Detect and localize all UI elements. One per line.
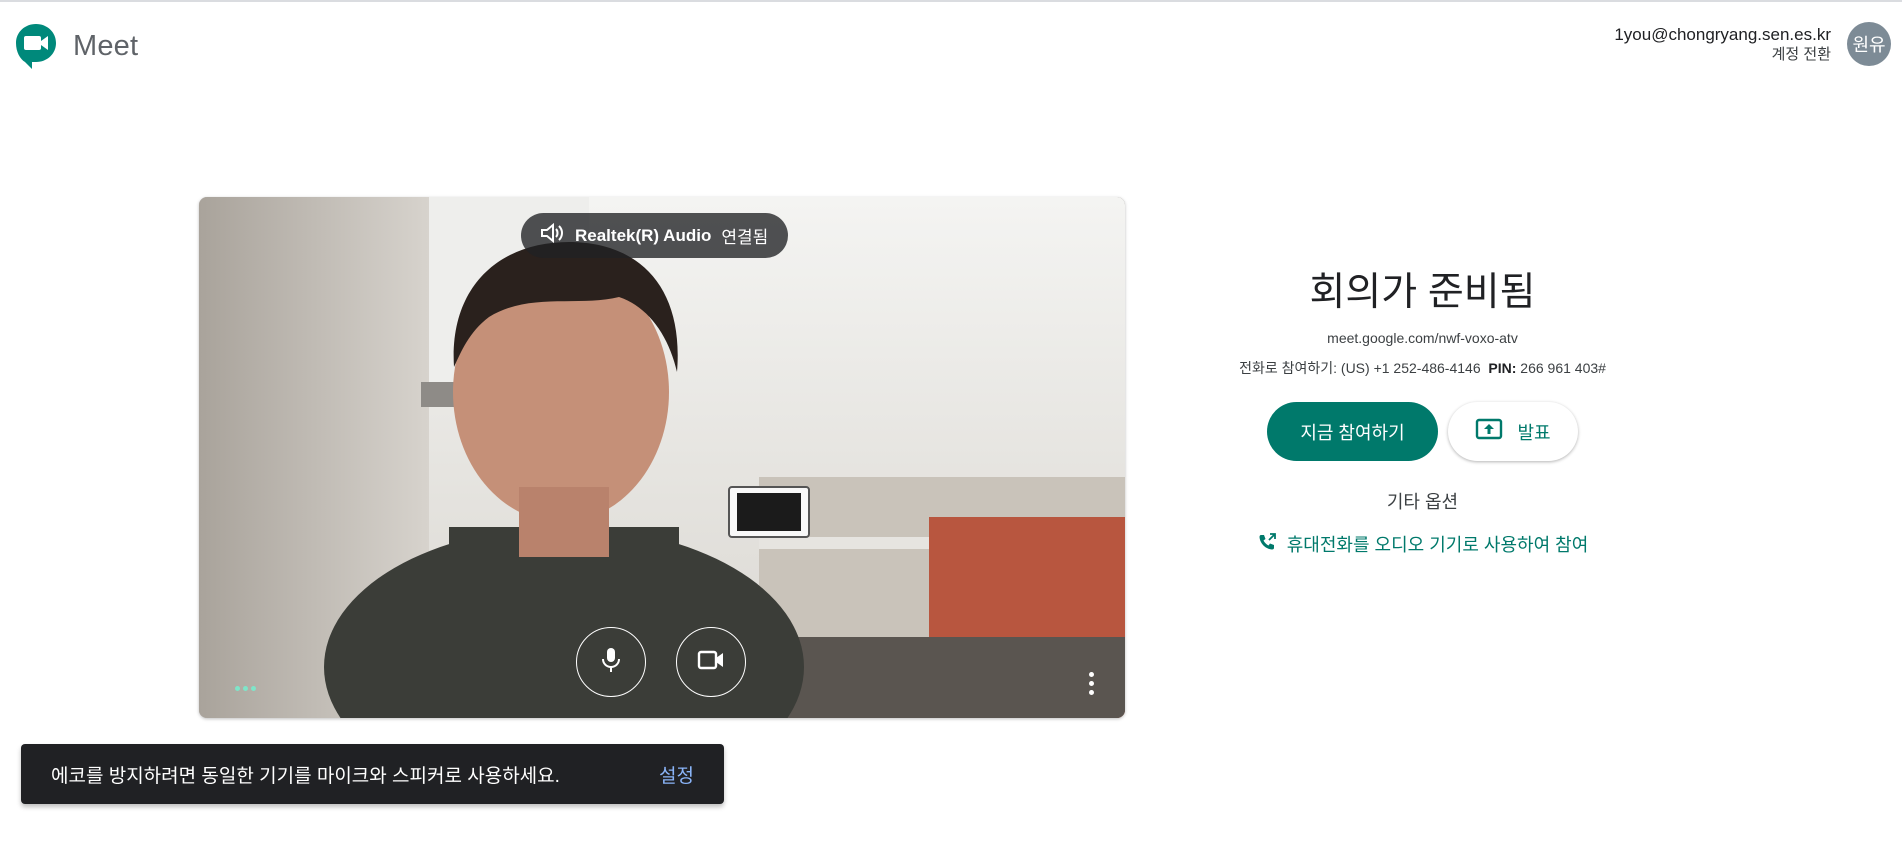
dial-in-number: (US) +1 252-486-4146: [1340, 360, 1481, 376]
echo-warning-snackbar: 에코를 방지하려면 동일한 기기를 마이크와 스피커로 사용하세요. 설정: [21, 744, 724, 804]
avatar[interactable]: 원유: [1847, 22, 1891, 66]
top-border: [0, 0, 1902, 2]
switch-account-link[interactable]: 계정 전환: [1614, 45, 1831, 65]
account-info: 1you@chongryang.sen.es.kr 계정 전환: [1614, 24, 1831, 65]
phone-audio-link[interactable]: 휴대전화를 오디오 기기로 사용하여 참여: [1180, 531, 1665, 557]
meeting-link: meet.google.com/nwf-voxo-atv: [1327, 330, 1518, 346]
audio-status: 연결됨: [721, 228, 769, 247]
audio-device-indicator[interactable]: Realtek(R) Audio 연결됨: [521, 213, 789, 258]
microphone-icon: [600, 646, 622, 679]
dial-in-label: 전화로 참여하기:: [1239, 360, 1338, 376]
present-button-label: 발표: [1517, 422, 1551, 443]
snackbar-settings-button[interactable]: 설정: [659, 761, 694, 788]
other-options-heading: 기타 옵션: [1386, 492, 1459, 512]
join-panel: 회의가 준비됨 meet.google.com/nwf-voxo-atv 전화로…: [1180, 270, 1665, 557]
app-name: Meet: [73, 29, 139, 62]
present-screen-icon: [1475, 418, 1503, 445]
meet-logo[interactable]: Meet: [14, 22, 138, 70]
speaker-icon: [539, 221, 565, 250]
camera-toggle-button[interactable]: [676, 627, 746, 697]
audio-device-name: Realtek(R) Audio: [575, 225, 712, 245]
camera-feed-image: [199, 197, 1125, 718]
dial-in-info: 전화로 참여하기: (US) +1 252-486-4146 PIN: 266 …: [1180, 358, 1665, 378]
more-vert-icon[interactable]: [1089, 672, 1094, 695]
meeting-ready-title: 회의가 준비됨: [1309, 271, 1536, 314]
pin-value: 266 961 403#: [1520, 360, 1606, 376]
pin-label: PIN:: [1488, 360, 1517, 376]
present-button[interactable]: 발표: [1448, 402, 1578, 461]
video-preview: Realtek(R) Audio 연결됨: [199, 197, 1125, 718]
snackbar-message: 에코를 방지하려면 동일한 기기를 마이크와 스피커로 사용하세요.: [51, 765, 560, 787]
microphone-toggle-button[interactable]: [576, 627, 646, 697]
account-email: 1you@chongryang.sen.es.kr: [1614, 25, 1831, 44]
phone-audio-label: 휴대전화를 오디오 기기로 사용하여 참여: [1286, 535, 1589, 555]
phone-forward-icon: [1257, 532, 1277, 557]
meet-logo-icon: [14, 22, 58, 70]
join-now-button[interactable]: 지금 참여하기: [1267, 402, 1438, 461]
audio-level-indicator: [235, 686, 256, 691]
video-camera-icon: [697, 649, 725, 676]
